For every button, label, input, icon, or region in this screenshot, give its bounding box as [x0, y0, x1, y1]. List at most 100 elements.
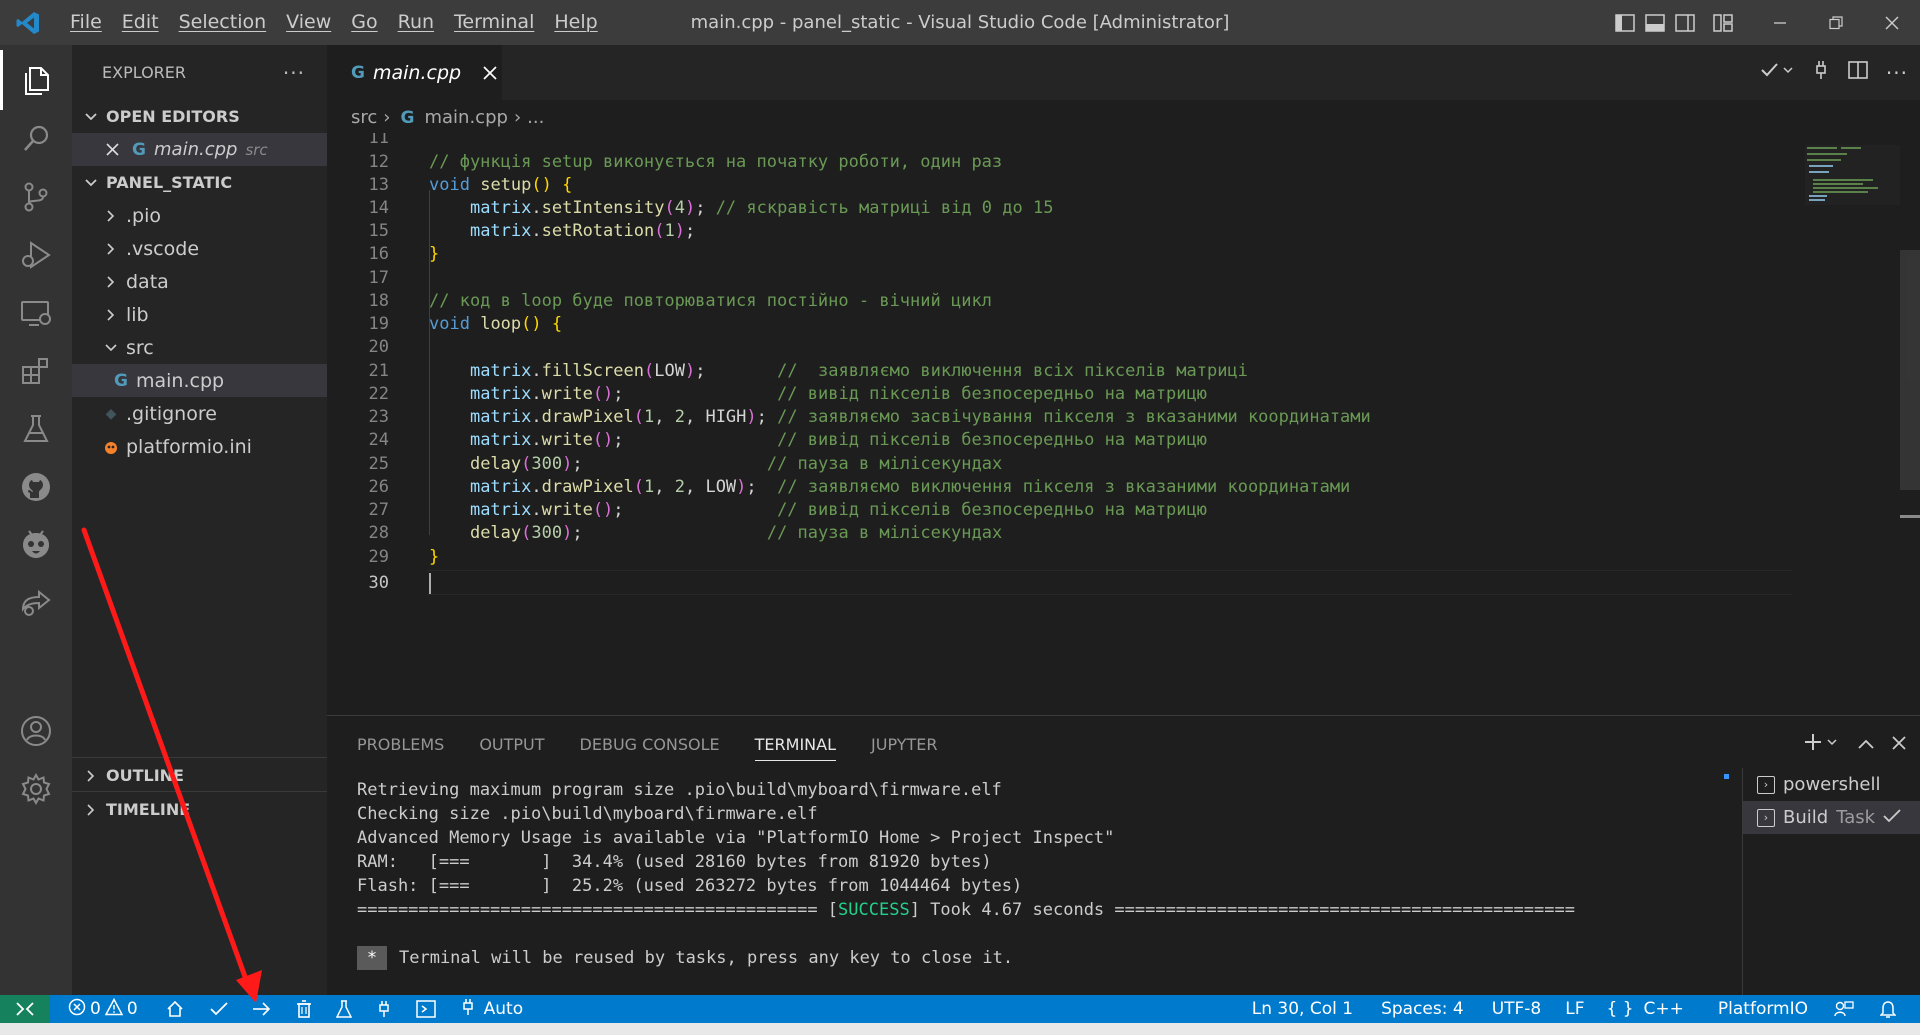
customize-layout-icon[interactable] [1708, 0, 1738, 45]
accounts-icon[interactable] [0, 701, 72, 761]
editor-scrollbar[interactable] [1900, 250, 1920, 490]
tree-folder-src[interactable]: src [72, 331, 327, 364]
platformio-status[interactable]: PlatformIO [1708, 995, 1818, 1023]
terminal-output[interactable]: Retrieving maximum program size .pio\bui… [357, 778, 1737, 970]
pio-upload-arrow-icon[interactable] [242, 995, 282, 1023]
close-window-icon[interactable] [1864, 0, 1920, 45]
code-line: 23 matrix.drawPixel(1, 2, HIGH); // заяв… [368, 406, 1371, 427]
tree-folder-lib[interactable]: lib [72, 298, 327, 331]
language-mode[interactable]: { } C++ [1597, 995, 1694, 1023]
remote-indicator-icon[interactable] [0, 995, 50, 1023]
settings-gear-icon[interactable] [0, 759, 72, 819]
tab-main-cpp[interactable]: G main.cpp [327, 45, 502, 100]
menu-terminal[interactable]: Terminal [444, 0, 544, 45]
pio-terminal-icon[interactable] [406, 995, 446, 1023]
terminal-item-build-task[interactable]: › Build Task [1743, 801, 1920, 834]
project-label: PANEL_STATIC [106, 173, 233, 192]
menu-help[interactable]: Help [544, 0, 607, 45]
notifications-bell-icon[interactable] [1870, 995, 1906, 1023]
pio-home-icon[interactable] [156, 995, 194, 1023]
code-line: 21 matrix.fillScreen(LOW); // заявляємо … [368, 360, 1248, 381]
warning-icon [104, 997, 124, 1021]
breadcrumb-symbol[interactable]: ... [527, 107, 544, 128]
breadcrumb-file[interactable]: main.cpp [424, 107, 507, 128]
feedback-icon[interactable] [1824, 995, 1864, 1023]
error-icon [68, 998, 86, 1021]
minimap[interactable] [1805, 145, 1900, 205]
terminal-line: Retrieving maximum program size .pio\bui… [357, 780, 1002, 800]
project-section[interactable]: PANEL_STATIC [72, 166, 327, 199]
tab-debug-console[interactable]: DEBUG CONSOLE [580, 716, 720, 773]
pio-serial-monitor-plug-icon[interactable] [366, 995, 402, 1023]
minimize-icon[interactable] [1752, 0, 1808, 45]
explorer-icon[interactable] [0, 50, 72, 110]
code-line: 14 matrix.setIntensity(4); // яскравість… [368, 197, 1054, 218]
pio-env-selector[interactable]: Auto [450, 995, 533, 1023]
code-editor[interactable]: 11 12// функція setup виконується на поч… [327, 133, 1817, 715]
menu-run[interactable]: Run [388, 0, 444, 45]
menu-go[interactable]: Go [341, 0, 387, 45]
menu-selection[interactable]: Selection [169, 0, 277, 45]
timeline-section[interactable]: TIMELINE [72, 793, 327, 826]
breadcrumb: src › G main.cpp › ... [327, 100, 1920, 135]
open-editors-section[interactable]: OPEN EDITORS [72, 100, 327, 133]
close-editor-icon[interactable] [102, 143, 122, 156]
menu-file[interactable]: File [60, 0, 112, 45]
build-check-icon[interactable] [1760, 61, 1794, 84]
open-editor-item[interactable]: G main.cpp src [72, 133, 327, 166]
tree-folder-pio[interactable]: .pio [72, 199, 327, 232]
toggle-primary-sidebar-icon[interactable] [1610, 0, 1640, 45]
problems-status[interactable]: 0 0 [58, 995, 148, 1023]
split-editor-icon[interactable] [1848, 61, 1868, 84]
new-terminal-icon[interactable] [1804, 732, 1840, 757]
menu-view[interactable]: View [276, 0, 341, 45]
toggle-secondary-sidebar-icon[interactable] [1670, 0, 1700, 45]
outline-section[interactable]: OUTLINE [72, 759, 327, 792]
remote-explorer-icon[interactable] [0, 283, 72, 343]
testing-flask-icon[interactable] [0, 399, 72, 459]
open-editor-dir: src [245, 140, 268, 159]
source-control-icon[interactable] [0, 167, 72, 227]
tab-problems[interactable]: PROBLEMS [357, 716, 444, 773]
tab-jupyter[interactable]: JUPYTER [871, 716, 938, 773]
search-icon[interactable] [0, 109, 72, 169]
indentation[interactable]: Spaces: 4 [1371, 995, 1474, 1023]
breadcrumb-src[interactable]: src [351, 107, 377, 128]
pio-build-check-icon[interactable] [200, 995, 238, 1023]
vscode-logo-icon [6, 0, 50, 45]
platformio-icon[interactable] [0, 515, 72, 575]
tree-file-main-cpp[interactable]: Gmain.cpp [72, 364, 327, 397]
tree-folder-data[interactable]: data [72, 265, 327, 298]
pio-clean-trash-icon[interactable] [286, 995, 322, 1023]
more-actions-icon[interactable]: ··· [1886, 61, 1908, 85]
tree-file-gitignore[interactable]: ◆ .gitignore [72, 397, 327, 430]
pio-test-flask-icon[interactable] [326, 995, 362, 1023]
explorer-title: EXPLORER [102, 63, 186, 82]
explorer-more-actions-button[interactable]: ··· [283, 61, 305, 85]
tab-terminal[interactable]: TERMINAL [754, 716, 837, 773]
chevron-right-icon [100, 275, 122, 289]
outline-label: OUTLINE [106, 766, 184, 785]
end-of-line[interactable]: LF [1555, 995, 1594, 1023]
code-line: 27 matrix.write(); // вивід пікселів без… [368, 499, 1207, 520]
cursor-position[interactable]: Ln 30, Col 1 [1242, 995, 1363, 1023]
extensions-icon[interactable] [0, 341, 72, 401]
close-panel-icon[interactable] [1892, 734, 1906, 755]
restore-icon[interactable] [1808, 0, 1864, 45]
live-share-icon[interactable] [0, 573, 72, 633]
maximize-panel-icon[interactable] [1858, 734, 1874, 755]
plug-icon[interactable] [1812, 60, 1830, 85]
close-tab-icon[interactable] [483, 66, 497, 80]
toggle-panel-icon[interactable] [1640, 0, 1670, 45]
terminal-line: Checking size .pio\build\myboard\firmwar… [357, 804, 818, 824]
tree-file-platformio-ini[interactable]: platformio.ini [72, 430, 327, 463]
terminal-item-powershell[interactable]: › powershell [1743, 768, 1920, 801]
tab-output[interactable]: OUTPUT [479, 716, 544, 773]
terminal-icon: › [1757, 808, 1775, 827]
menu-edit[interactable]: Edit [112, 0, 169, 45]
run-debug-icon[interactable] [0, 225, 72, 285]
tree-folder-vscode[interactable]: .vscode [72, 232, 327, 265]
encoding[interactable]: UTF-8 [1482, 995, 1552, 1023]
terminal-icon: › [1757, 775, 1775, 794]
github-icon[interactable] [0, 457, 72, 517]
